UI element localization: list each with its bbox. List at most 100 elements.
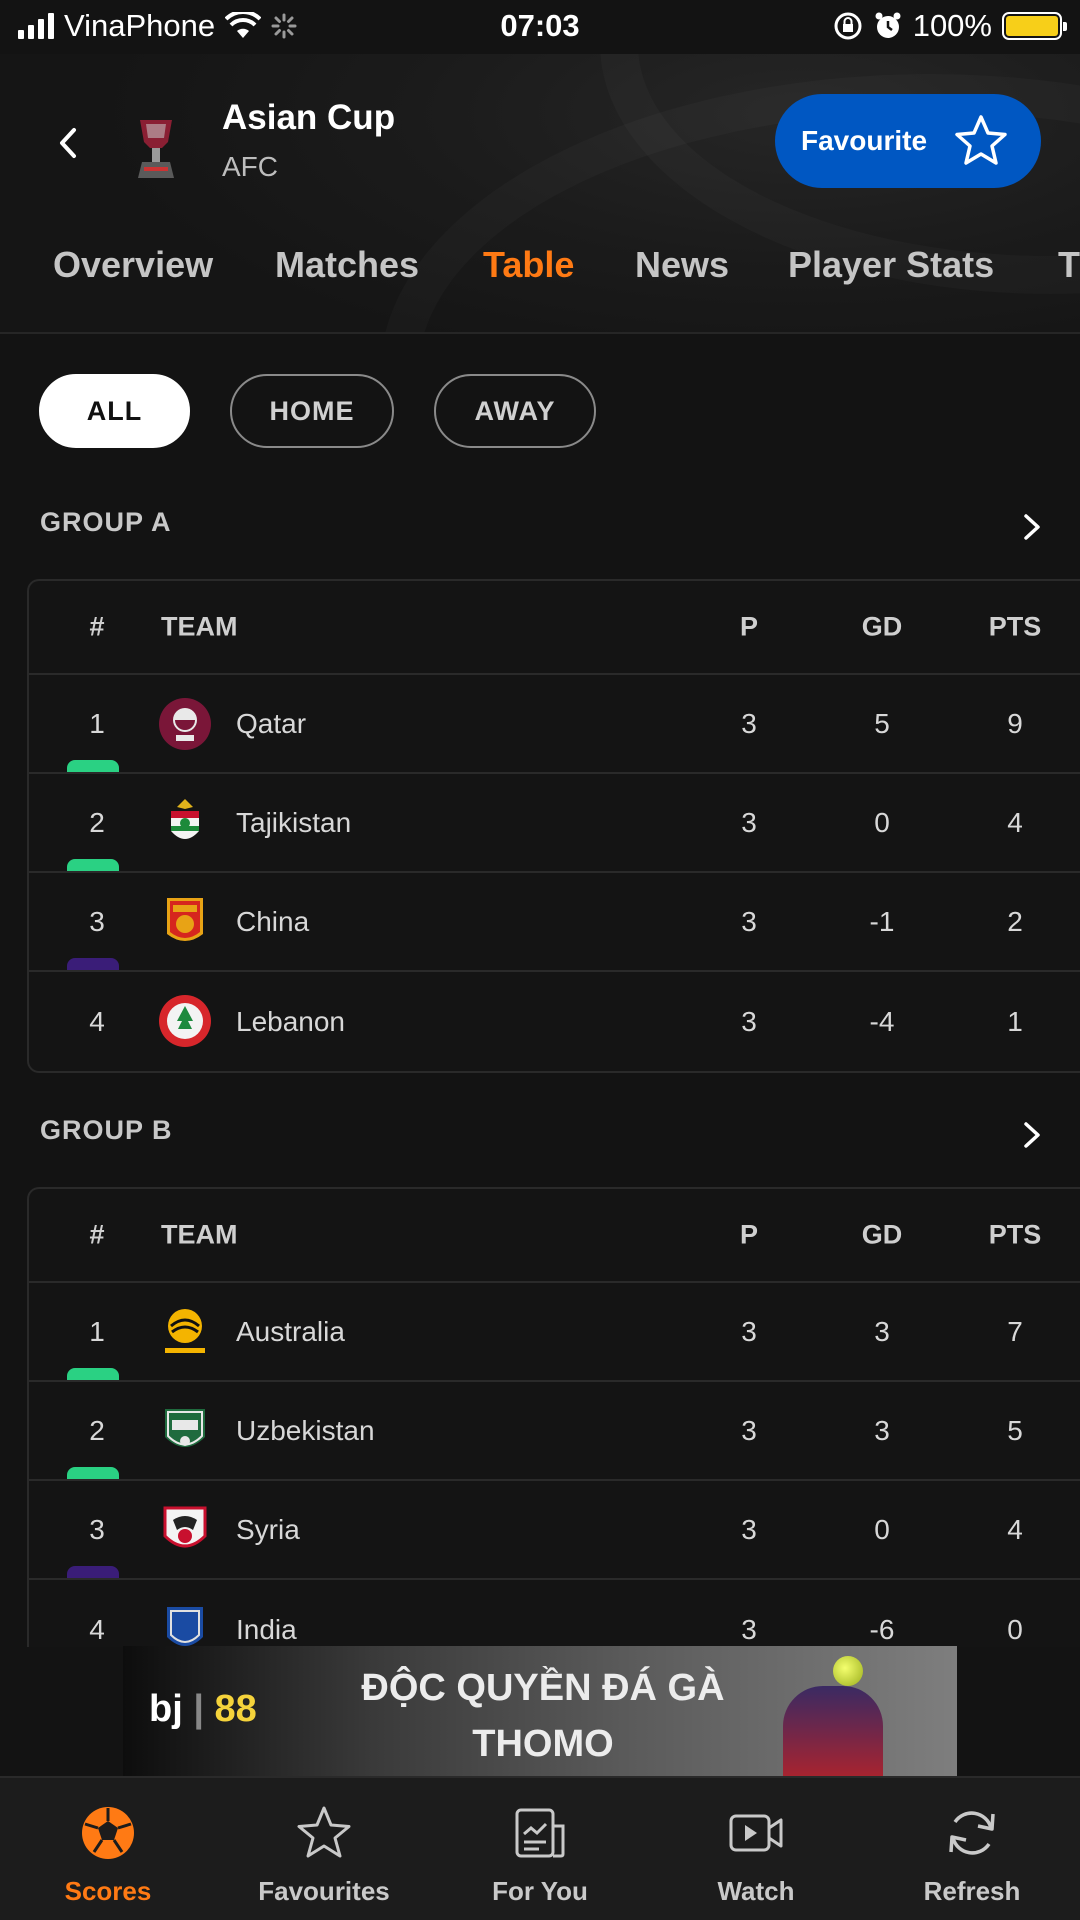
china-crest-icon	[167, 898, 203, 941]
header-goal-difference: GD	[861, 1219, 903, 1250]
row-position: 3	[89, 905, 105, 937]
header-played: P	[739, 611, 758, 642]
uzbekistan-crest-icon	[165, 1409, 205, 1447]
nav-refresh[interactable]: Refresh	[864, 1778, 1080, 1920]
alarm-icon	[875, 12, 901, 38]
group-header[interactable]: GROUP B	[40, 1115, 1050, 1155]
chevron-right-icon[interactable]	[1014, 1117, 1050, 1153]
competition-title: Asian Cup	[222, 98, 396, 137]
played-value: 3	[741, 1315, 757, 1347]
filter-away[interactable]: AWAY	[434, 374, 596, 448]
played-value: 3	[741, 1414, 757, 1446]
battery-icon	[1002, 12, 1067, 40]
qualification-indicator	[67, 1368, 119, 1380]
qualification-indicator	[67, 958, 119, 970]
tab-player-stats[interactable]: Player Stats	[788, 244, 994, 286]
table-row[interactable]: 4 India 3 -6 0	[29, 1580, 1080, 1647]
bottom-navigation: Scores Favourites For You Watch Refresh	[0, 1776, 1080, 1920]
points-value: 4	[1007, 1513, 1023, 1545]
favourite-label: Favourite	[801, 125, 928, 156]
india-crest-icon	[167, 1607, 203, 1646]
nav-favourites[interactable]: Favourites	[216, 1778, 432, 1920]
header-team: TEAM	[161, 611, 238, 642]
team-name: Lebanon	[236, 1005, 346, 1037]
syria-crest-icon	[163, 1506, 207, 1548]
qualification-indicator	[67, 859, 119, 871]
nav-watch[interactable]: Watch	[648, 1778, 864, 1920]
tab-overview[interactable]: Overview	[53, 244, 213, 286]
nav-label: Scores	[64, 1876, 152, 1906]
status-bar: VinaPhone 07:03 100%	[0, 0, 1080, 54]
played-value: 3	[741, 1513, 757, 1545]
tab-partial[interactable]: T	[1058, 244, 1080, 286]
table-row[interactable]: 1 Qatar 3 5 9	[29, 675, 1080, 774]
filter-all[interactable]: ALL	[39, 374, 190, 448]
ad-banner[interactable]: bj | 88 ĐỘC QUYỀN ĐÁ GÀ THOMO	[123, 1646, 957, 1776]
table-row[interactable]: 3 China 3 -1 2	[29, 873, 1080, 972]
group-header[interactable]: GROUP A	[40, 507, 1050, 547]
chevron-right-icon[interactable]	[1014, 509, 1050, 545]
header-goal-difference: GD	[861, 611, 903, 642]
favourite-button[interactable]: Favourite	[775, 94, 1041, 188]
tajikistan-crest-icon	[171, 799, 199, 839]
tab-news[interactable]: News	[635, 244, 729, 286]
header-team: TEAM	[161, 1219, 238, 1250]
back-icon[interactable]	[48, 118, 88, 168]
ad-logo-right: 88	[214, 1688, 257, 1730]
table-row[interactable]: 1 Australia 3 3 7	[29, 1283, 1080, 1382]
nav-for-you[interactable]: For You	[432, 1778, 648, 1920]
team-name: Qatar	[236, 707, 307, 739]
group-title: GROUP A	[40, 507, 172, 537]
ad-line-1: ĐỘC QUYỀN ĐÁ GÀ	[361, 1667, 725, 1709]
points-value: 0	[1007, 1613, 1023, 1645]
goal-difference-value: 5	[874, 707, 890, 739]
goal-difference-value: -6	[869, 1613, 895, 1645]
ad-line-2: THOMO	[472, 1723, 614, 1765]
goal-difference-value: -4	[869, 1005, 895, 1037]
table-filters: ALL HOME AWAY	[39, 374, 596, 448]
table-row[interactable]: 2 Uzbekistan 3 3 5	[29, 1382, 1080, 1481]
nav-scores[interactable]: Scores	[0, 1778, 216, 1920]
table-header: # TEAM P GD PTS	[29, 1189, 1080, 1283]
played-value: 3	[741, 707, 757, 739]
header-points: PTS	[988, 1219, 1042, 1250]
goal-difference-value: -1	[869, 905, 895, 937]
group-title: GROUP B	[40, 1115, 173, 1145]
points-value: 1	[1007, 1005, 1023, 1037]
row-position: 2	[89, 1414, 105, 1446]
row-position: 4	[89, 1005, 105, 1037]
tab-table[interactable]: Table	[483, 244, 574, 286]
row-position: 3	[89, 1513, 105, 1545]
star-icon	[297, 1806, 351, 1858]
points-value: 7	[1007, 1315, 1023, 1347]
team-name: Uzbekistan	[236, 1414, 375, 1446]
points-value: 5	[1007, 1414, 1023, 1446]
competition-header: Asian Cup AFC Favourite Overview Matches…	[0, 54, 1080, 334]
header-position: #	[89, 611, 105, 642]
filter-home[interactable]: HOME	[230, 374, 394, 448]
table-row[interactable]: 4 Lebanon 3 -4 1	[29, 972, 1080, 1071]
nav-label: Favourites	[258, 1876, 390, 1906]
points-value: 4	[1007, 806, 1023, 838]
goal-difference-value: 3	[874, 1315, 890, 1347]
ad-player-image	[783, 1686, 883, 1776]
points-value: 9	[1007, 707, 1023, 739]
tab-matches[interactable]: Matches	[275, 244, 419, 286]
team-name: China	[236, 905, 310, 937]
goal-difference-value: 0	[874, 1513, 890, 1545]
goal-difference-value: 3	[874, 1414, 890, 1446]
row-position: 4	[89, 1613, 105, 1645]
status-right: 100%	[833, 8, 1067, 44]
team-name: Syria	[236, 1513, 300, 1545]
qualification-indicator	[67, 1467, 119, 1479]
table-row[interactable]: 2 Tajikistan 3 0 4	[29, 774, 1080, 873]
header-position: #	[89, 1219, 105, 1250]
lebanon-crest-icon	[159, 995, 211, 1047]
team-name: Tajikistan	[236, 806, 352, 838]
points-value: 2	[1007, 905, 1023, 937]
nav-label: Refresh	[923, 1876, 1021, 1906]
played-value: 3	[741, 806, 757, 838]
ad-headline: ĐỘC QUYỀN ĐÁ GÀ THOMO	[333, 1660, 753, 1772]
table-row[interactable]: 3 Syria 3 0 4	[29, 1481, 1080, 1580]
standings-table-group-a: # TEAM P GD PTS 1 Qatar 3 5 9 2 Tajikist…	[27, 579, 1080, 1073]
